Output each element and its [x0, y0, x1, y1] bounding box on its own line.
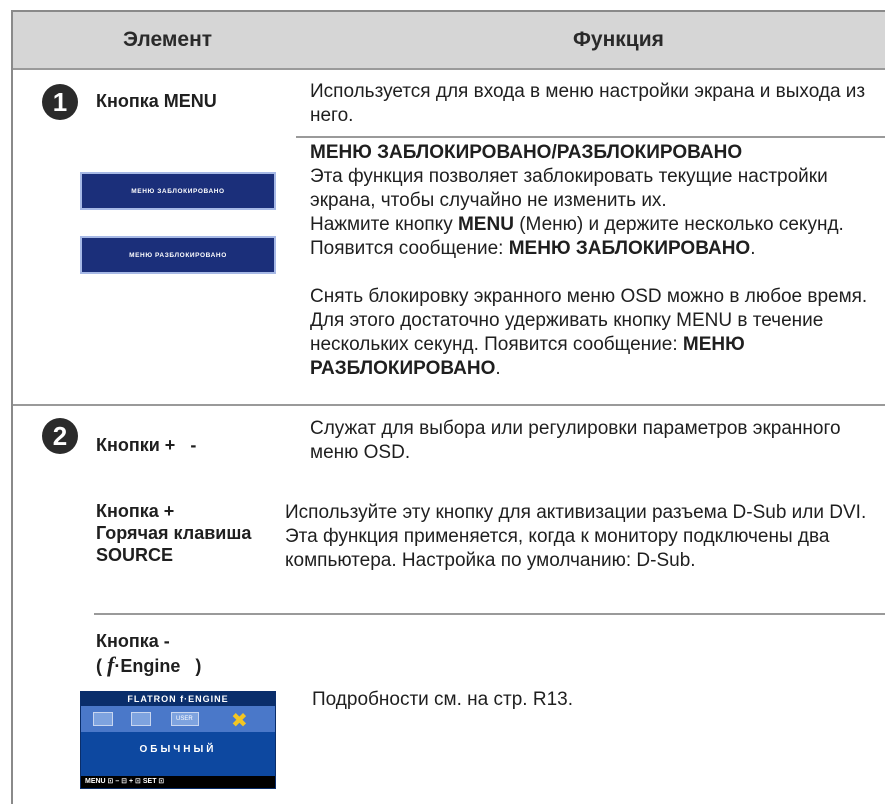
- divider: [296, 136, 885, 138]
- minus-button-description: Подробности см. на стр. R13.: [312, 689, 573, 710]
- osd-cross-icon: ✖: [231, 710, 248, 732]
- number-1-icon: 1: [42, 84, 78, 120]
- osd-menu-unlocked: МЕНЮ РАЗБЛОКИРОВАНО: [80, 236, 276, 274]
- plus-button-label: Кнопка +: [96, 501, 175, 521]
- fengine-osd-panel: FLATRON f·ENGINE USER ✖ ОБЫЧНЫЙ MENU ⊡ –…: [80, 691, 276, 789]
- table-header: Элемент Функция: [13, 12, 885, 70]
- plus-minus-buttons-label: Кнопки + -: [96, 435, 197, 455]
- lock-description-1: Эта функция позволяет заблокировать теку…: [310, 166, 828, 211]
- osd-user-icon: USER: [171, 712, 199, 726]
- lock-description-3: Снять блокировку экранного меню OSD можн…: [310, 286, 868, 379]
- header-element: Элемент: [123, 28, 213, 51]
- plus-button-description: Используйте эту кнопку для активизации р…: [285, 502, 867, 571]
- osd-monitor-icon: [93, 712, 113, 726]
- osd-picture-icon: [131, 712, 151, 726]
- plus-minus-description: Служат для выбора или регулировки параме…: [310, 418, 841, 463]
- number-2-icon: 2: [42, 418, 78, 454]
- header-function: Функция: [573, 28, 664, 51]
- lock-description-2: Нажмите кнопку MENU (Меню) и держите нес…: [310, 214, 844, 259]
- osd-menu-locked: МЕНЮ ЗАБЛОКИРОВАНО: [80, 172, 276, 210]
- divider: [94, 613, 885, 615]
- minus-button-label: Кнопка -: [96, 631, 170, 651]
- menu-button-label: Кнопка MENU: [96, 91, 217, 111]
- osd-button-bar: MENU ⊡ – ⊟ + ⊡ SET ⊡: [81, 776, 275, 788]
- lock-title: МЕНЮ ЗАБЛОКИРОВАНО/РАЗБЛОКИРОВАНО: [310, 142, 743, 163]
- section-divider: [13, 404, 885, 406]
- source-label: SOURCE: [96, 545, 174, 565]
- hotkey-label: Горячая клавиша: [96, 523, 252, 543]
- menu-button-description: Используется для входа в меню настройки …: [310, 81, 866, 126]
- frame-left: [11, 10, 13, 804]
- osd-title: FLATRON f·ENGINE: [81, 692, 275, 706]
- osd-icon-row: USER ✖: [81, 706, 275, 732]
- fengine-label: ( f·Engine ): [96, 652, 202, 677]
- osd-mode: ОБЫЧНЫЙ: [139, 744, 217, 755]
